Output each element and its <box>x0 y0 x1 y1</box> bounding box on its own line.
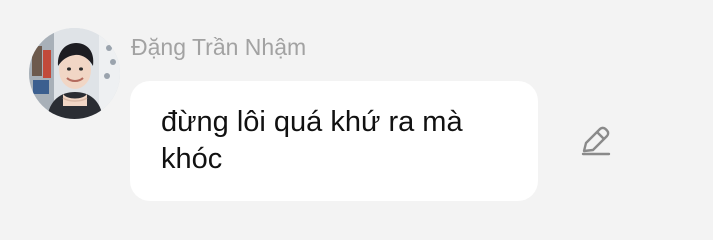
message-text: đừng lôi quá khứ ra mà khóc <box>161 106 463 175</box>
chat-message: Đặng Trần Nhậm đừng lôi quá khứ ra mà kh… <box>0 0 713 240</box>
pencil-icon[interactable] <box>577 123 613 159</box>
edit-pencil-icon <box>581 126 611 156</box>
avatar[interactable] <box>29 28 120 119</box>
message-bubble[interactable]: đừng lôi quá khứ ra mà khóc <box>130 81 538 201</box>
avatar-photo-icon <box>29 28 120 119</box>
sender-name: Đặng Trần Nhậm <box>131 34 307 60</box>
